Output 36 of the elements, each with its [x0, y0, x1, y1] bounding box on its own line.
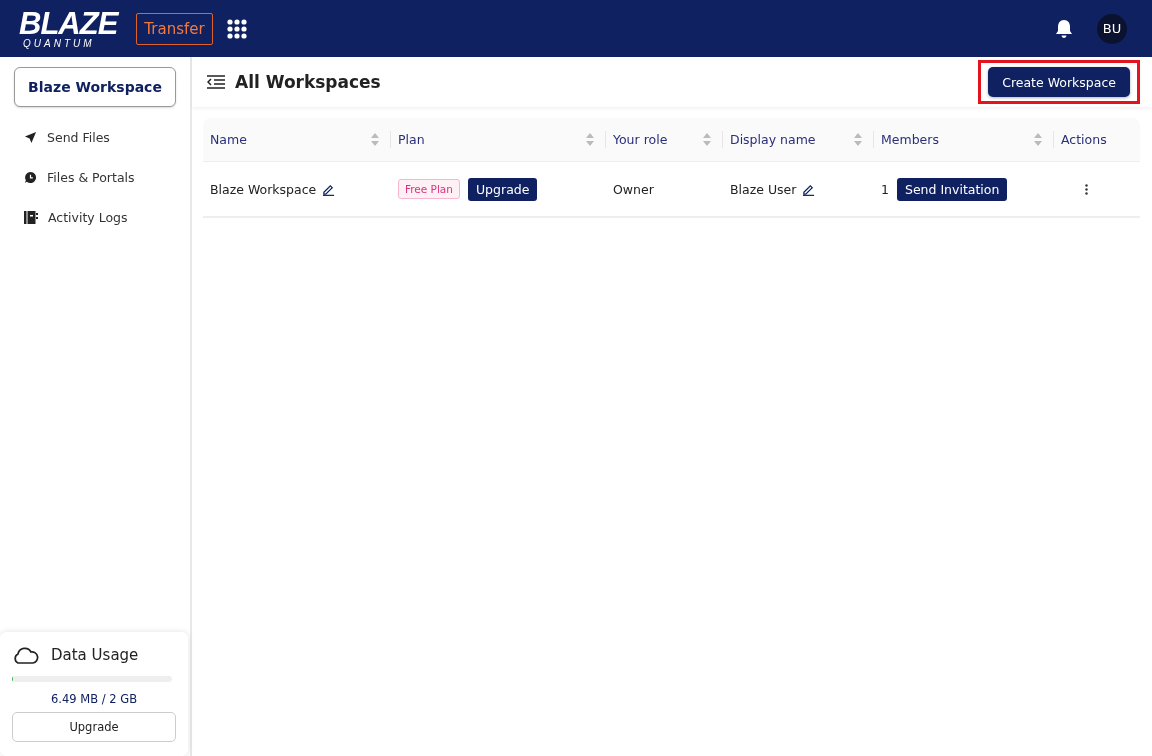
pencil-icon[interactable] [802, 182, 816, 196]
column-header[interactable]: Members [874, 118, 1054, 161]
user-avatar[interactable]: BU [1097, 13, 1127, 44]
app-switch-button[interactable]: Transfer [136, 12, 213, 45]
cloud-icon [12, 646, 39, 664]
send-invitation-button[interactable]: Send Invitation [896, 177, 1008, 201]
bell-icon[interactable] [1055, 19, 1073, 38]
column-header: Actions [1060, 131, 1108, 149]
pencil-icon[interactable] [322, 182, 336, 196]
role-text: Owner [613, 181, 654, 197]
apps-grid-icon[interactable] [226, 18, 247, 39]
nav-item[interactable]: Send Files [0, 117, 190, 157]
workspace-name: Blaze Workspace [210, 181, 317, 197]
card-title: Data Usage [51, 646, 139, 664]
plan-badge: Free Plan [398, 179, 460, 199]
page-title: All Workspaces [235, 72, 382, 92]
more-options-icon[interactable] [1084, 183, 1088, 195]
nav-item[interactable]: Files & Portals [0, 157, 190, 197]
display-name: Blaze User [730, 181, 797, 197]
collapse-menu-icon[interactable] [207, 75, 225, 89]
create-workspace-button[interactable]: Create Workspace [988, 67, 1130, 97]
chat-bubble-icon [24, 170, 37, 184]
column-header[interactable]: Name [203, 118, 391, 161]
column-header[interactable]: Display name [723, 118, 874, 161]
usage-reading: 6.49 MB / 2 GB [50, 692, 138, 706]
member-count: 1 [881, 181, 889, 197]
workspace-switch-button[interactable]: Blaze Workspace [14, 67, 176, 107]
paper-plane-icon [24, 130, 37, 144]
upgrade-button[interactable]: Upgrade [467, 177, 538, 201]
logo-subtitle: QUANTUM [23, 39, 96, 49]
column-header[interactable]: Plan [391, 118, 606, 161]
logo-title: BLAZE [19, 8, 118, 39]
logbook-icon [24, 210, 38, 224]
nav-item[interactable]: Activity Logs [0, 197, 190, 237]
upgrade-button[interactable]: Upgrade [12, 712, 176, 742]
column-header[interactable]: Your role [606, 118, 723, 161]
